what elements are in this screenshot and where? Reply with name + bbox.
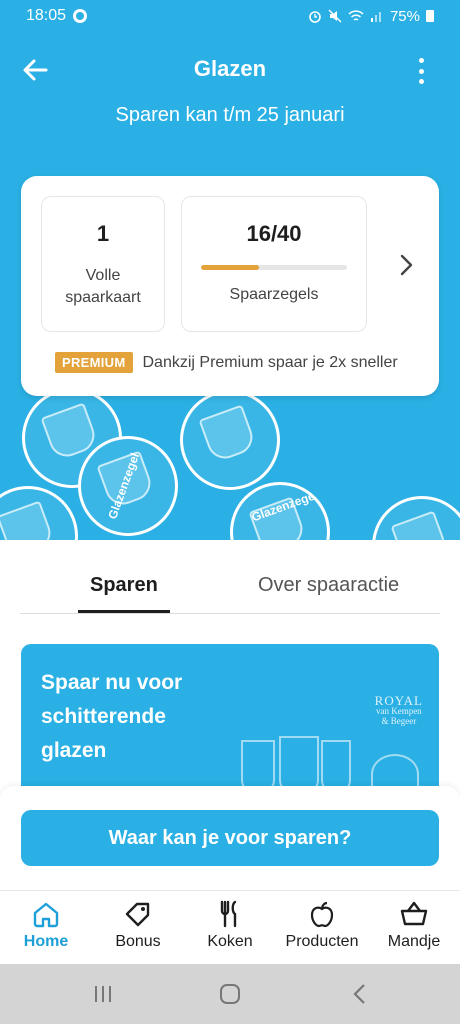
stamps-progress-bar — [201, 265, 347, 270]
nav-producten-label: Producten — [285, 933, 359, 950]
bottom-navigation: Home Bonus Koken Producten Mandje — [0, 890, 460, 964]
status-icons: 75% — [308, 8, 434, 25]
nav-home-label: Home — [23, 933, 69, 950]
where-to-save-button[interactable]: Waar kan je voor sparen? — [21, 810, 439, 866]
premium-row: PREMIUM Dankzij Premium spaar je 2x snel… — [55, 352, 398, 373]
stamps-label: Spaarzegels — [229, 286, 319, 303]
glazenzegel-stamp: Glazenzegel — [78, 436, 178, 536]
more-options-button[interactable] — [416, 58, 426, 84]
wifi-icon — [348, 10, 364, 21]
nav-producten[interactable]: Producten — [276, 899, 368, 951]
more-dot-icon — [418, 79, 424, 84]
more-dot-icon — [418, 58, 424, 63]
chevron-right-icon — [400, 254, 413, 276]
promo-banner: Spaar nu voor schitterende glazen ROYAL … — [21, 644, 439, 794]
system-navigation-bar — [0, 964, 460, 1024]
status-bar: 18:05 75% — [0, 0, 460, 32]
full-cards-label: Volle spaarkaart — [65, 267, 141, 306]
campaign-period: Sparen kan t/m 25 januari — [115, 104, 345, 126]
stamps-value: 16/40 — [246, 221, 302, 246]
glazenzegel-stamp: Glazenzegel — [230, 482, 330, 540]
more-dot-icon — [418, 68, 424, 74]
hero-header: Glazen Sparen kan t/m 25 januari Glazenz… — [0, 32, 460, 540]
tab-over-spaaractie[interactable]: Over spaaractie — [258, 574, 399, 597]
alarm-icon — [309, 11, 321, 23]
top-app-bar: Glazen — [0, 50, 460, 90]
glazenzegel-stamp — [0, 486, 78, 540]
mute-icon — [328, 9, 342, 23]
home-system-button[interactable] — [215, 980, 245, 1008]
premium-badge: PREMIUM — [55, 352, 133, 373]
tag-icon — [125, 902, 150, 927]
home-icon — [33, 902, 59, 928]
brand-line-1: ROYAL — [374, 693, 423, 708]
page-title: Glazen — [193, 56, 267, 81]
battery-percent: 75% — [389, 7, 420, 25]
full-cards-value: 1 — [96, 221, 110, 246]
glass-icon — [390, 510, 450, 540]
apple-icon — [310, 901, 334, 928]
glass-icon — [198, 404, 258, 464]
nav-mandje-label: Mandje — [387, 933, 441, 950]
signal-icon — [370, 12, 381, 22]
full-cards-box: 1 Volle spaarkaart — [41, 196, 165, 332]
promo-text: Spaar nu voor schitterende glazen — [41, 671, 183, 762]
savings-card: 1 Volle spaarkaart 16/40 Spaarzegels PRE… — [21, 176, 439, 396]
status-time: 18:05 — [26, 7, 67, 24]
nav-koken-label: Koken — [207, 933, 253, 950]
stamps-detail-button[interactable] — [395, 250, 417, 280]
tab-bar: Sparen Over spaaractie — [20, 568, 440, 614]
active-tab-indicator — [78, 610, 170, 613]
glazenzegel-stamp — [180, 390, 280, 490]
stamps-progress-fill — [201, 265, 260, 270]
nav-koken[interactable]: Koken — [184, 899, 276, 951]
battery-icon — [426, 10, 434, 22]
stamps-box[interactable]: 16/40 Spaarzegels — [181, 196, 367, 332]
system-back-button[interactable] — [345, 980, 375, 1008]
nav-mandje[interactable]: Mandje — [368, 899, 460, 951]
recent-apps-icon — [95, 986, 111, 1002]
cutlery-icon — [220, 900, 237, 928]
brand-line-3: & Begeer — [381, 716, 417, 726]
glazenzegel-stamp — [372, 496, 460, 540]
tab-sparen[interactable]: Sparen — [90, 574, 158, 597]
brand-line-2: van Kempen — [375, 706, 422, 716]
nav-home[interactable]: Home — [0, 899, 92, 951]
premium-text: Dankzij Premium spaar je 2x sneller — [142, 353, 398, 371]
royal-van-kempen-logo: ROYAL van Kempen & Begeer — [374, 693, 423, 726]
recent-apps-button[interactable] — [88, 980, 118, 1008]
glass-icon — [0, 500, 56, 540]
home-square-icon — [220, 984, 240, 1004]
chevron-left-icon — [353, 984, 365, 1004]
ah-app-icon — [73, 9, 88, 23]
content-sheet: Sparen Over spaaractie Spaar nu voor sch… — [0, 540, 460, 890]
basket-icon — [400, 901, 428, 926]
nav-bonus-label: Bonus — [115, 933, 161, 950]
nav-bonus[interactable]: Bonus — [92, 899, 184, 951]
